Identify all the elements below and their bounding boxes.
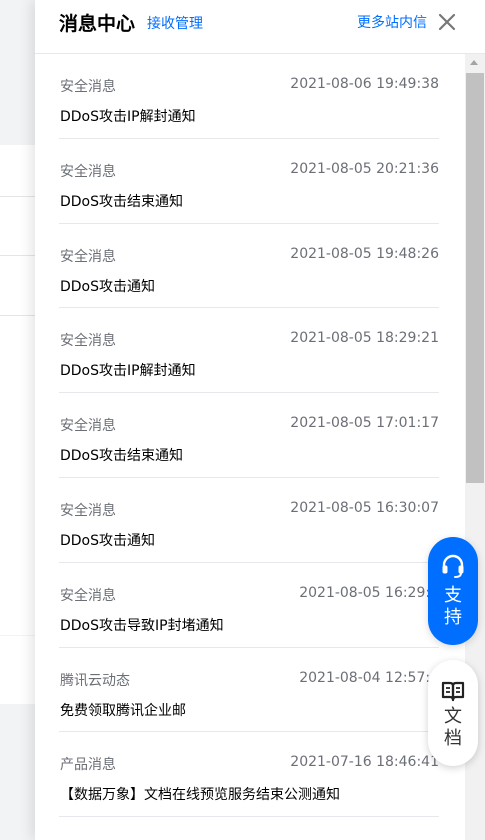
docs-button[interactable]: 文档 (428, 660, 478, 766)
drawer-title: 消息中心 (59, 13, 136, 35)
message-list: 安全消息 2021-08-06 19:49:38 DDoS攻击IP解封通知 安全消息 2… (35, 54, 465, 840)
background-content (0, 145, 35, 635)
background-footer (0, 636, 35, 704)
message-category: 产品消息 (60, 757, 116, 774)
drawer-header: 消息中心 接收管理 更多站内信 (35, 0, 485, 54)
background-page (0, 0, 35, 840)
close-icon[interactable] (438, 13, 456, 31)
message-item[interactable]: 产品消息 2021-07-16 18:46:41 【数据万象】文档在线预览服务结束公… (59, 732, 439, 818)
message-item[interactable]: 安全消息 2021-08-05 16:30:07 DDoS攻击通知 (59, 478, 439, 563)
book-icon (441, 681, 465, 702)
background-divider (0, 196, 35, 197)
message-time: 2021-07-16 18:46:41 (290, 754, 439, 771)
scrollbar-thumb[interactable] (466, 73, 484, 483)
message-item[interactable]: 安全消息 2021-08-05 19:48:26 DDoS攻击通知 (59, 224, 439, 309)
message-time: 2021-08-05 17:01:17 (290, 415, 439, 432)
message-center-drawer: 消息中心 接收管理 更多站内信 安全消息 2021-08-06 19:49:38 D… (35, 0, 485, 840)
message-category: 安全消息 (60, 79, 116, 95)
scroll-up-arrow-icon[interactable] (470, 60, 478, 65)
message-category: 安全消息 (60, 333, 116, 350)
background-divider (0, 315, 35, 316)
message-title[interactable]: DDoS攻击导致IP封堵通知 (60, 615, 224, 635)
receive-settings-link[interactable]: 接收管理 (147, 13, 203, 33)
message-category: 安全消息 (60, 502, 116, 519)
message-title[interactable]: 【数据万象】文档在线预览服务结束公测通知 (60, 784, 340, 804)
message-title[interactable]: DDoS攻击结束通知 (60, 445, 183, 465)
message-category: 安全消息 (60, 418, 116, 435)
support-button[interactable]: 支持 (428, 537, 478, 645)
headset-icon (442, 554, 464, 578)
message-title[interactable]: DDoS攻击IP解封通知 (60, 106, 196, 126)
more-messages-link[interactable]: 更多站内信 (357, 12, 427, 32)
message-item[interactable]: 安全消息 2021-08-05 17:01:17 DDoS攻击结束通知 (59, 393, 439, 478)
message-title[interactable]: DDoS攻击通知 (60, 276, 155, 296)
background-divider (0, 255, 35, 256)
message-title[interactable]: DDoS攻击IP解封通知 (60, 360, 196, 380)
support-label: 支持 (444, 585, 462, 628)
message-title[interactable]: 免费领取腾讯企业邮 (60, 700, 186, 720)
message-item[interactable]: 安全消息 2021-08-06 19:49:38 DDoS攻击IP解封通知 (59, 54, 439, 139)
message-item[interactable]: 安全消息 2021-08-05 18:29:21 DDoS攻击IP解封通知 (59, 308, 439, 394)
message-category: 安全消息 (60, 587, 116, 604)
message-title[interactable]: DDoS攻击通知 (60, 530, 155, 550)
message-title[interactable]: DDoS攻击结束通知 (60, 191, 183, 211)
message-item[interactable]: 安全消息 2021-08-05 16:29:1 DDoS攻击导致IP封堵通知 (59, 563, 439, 648)
message-category: 安全消息 (60, 248, 116, 265)
background-panel (0, 69, 35, 144)
message-item[interactable]: 安全消息 2021-08-05 20:21:36 DDoS攻击结束通知 (59, 139, 439, 224)
message-time: 2021-08-05 20:21:36 (290, 160, 439, 177)
message-category: 腾讯云动态 (60, 672, 130, 689)
message-time: 2021-08-05 18:29:21 (290, 330, 439, 347)
message-time: 2021-08-04 12:57:1 (299, 669, 439, 686)
message-time: 2021-08-05 19:48:26 (290, 245, 439, 262)
message-time: 2021-08-06 19:49:38 (290, 76, 439, 92)
message-item[interactable]: 腾讯云动态 2021-08-04 12:57:1 免费领取腾讯企业邮 (59, 648, 439, 733)
docs-label: 文档 (444, 706, 462, 749)
message-time: 2021-08-05 16:30:07 (290, 499, 439, 516)
message-category: 安全消息 (60, 163, 116, 180)
message-time: 2021-08-05 16:29:1 (299, 584, 439, 601)
